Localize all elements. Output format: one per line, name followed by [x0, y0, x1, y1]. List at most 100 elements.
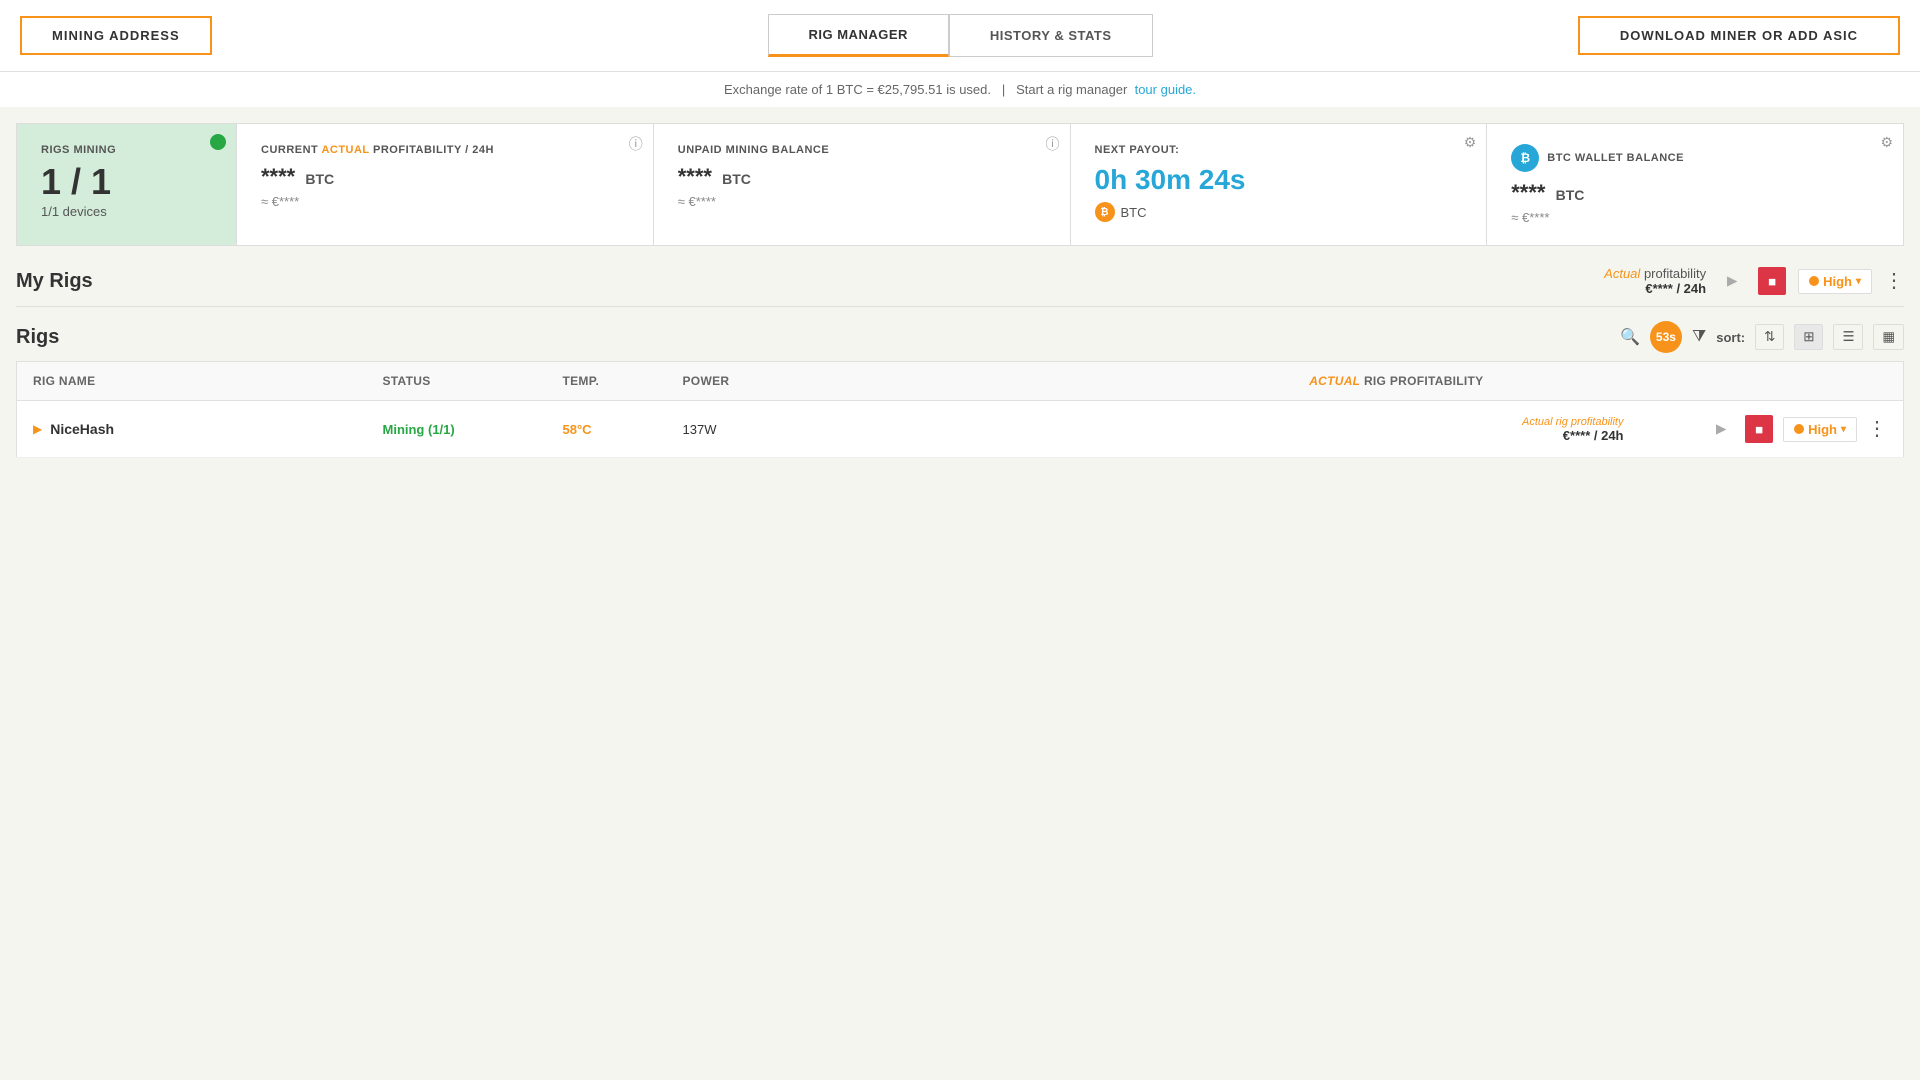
payout-settings-button[interactable]: ⚙ — [1464, 134, 1477, 151]
rigs-table-header: Rig name Status Temp. Power Actual rig p… — [17, 362, 1904, 401]
rig-temp-cell: 58°C — [547, 401, 667, 458]
profitability-label-prefix: CURRENT — [261, 144, 321, 156]
rig-chevron-down-icon: ▾ — [1841, 424, 1846, 435]
nav-left: MINING ADDRESS — [20, 16, 647, 55]
rig-actions-cell: ▶ ■ High ▾ ⋮ — [1684, 401, 1904, 458]
tour-guide-link[interactable]: tour guide. — [1135, 82, 1196, 97]
rig-temp-value: 58°C — [563, 422, 592, 437]
rig-profitability-cell: Actual rig profitability €**** / 24h — [787, 401, 1684, 458]
rigs-view-list-button[interactable]: ☰ — [1833, 324, 1863, 350]
tab-rig-manager[interactable]: RIG MANAGER — [768, 14, 949, 57]
rigs-mining-devices: 1/1 devices — [41, 204, 212, 219]
rigs-mining-label: RIGS MINING — [41, 144, 212, 156]
profitability-info-button[interactable]: ⓘ — [629, 134, 643, 154]
tab-history-stats[interactable]: HISTORY & STATS — [949, 14, 1153, 57]
unpaid-balance-approx: ≈ €**** — [678, 194, 1046, 209]
unpaid-info-button[interactable]: ⓘ — [1046, 134, 1060, 154]
profitability-label: CURRENT ACTUAL PROFITABILITY / 24H — [261, 144, 629, 156]
nav-right: DOWNLOAD MINER OR ADD ASIC — [1273, 16, 1900, 55]
unpaid-balance-label: UNPAID MINING BALANCE — [678, 144, 1046, 156]
rig-play-button[interactable]: ▶ — [1707, 415, 1735, 443]
profitability-label-actual: ACTUAL — [321, 144, 369, 156]
chevron-right-icon: ▶ — [33, 422, 42, 436]
rigs-controls: 🔍 53s ⧩ sort: ⇅ ⊞ ☰ ▦ — [1620, 321, 1904, 353]
profitability-currency: BTC — [305, 171, 334, 187]
my-rigs-header: My Rigs Actual profitability €**** / 24h… — [16, 266, 1904, 296]
my-rigs-play-button[interactable]: ▶ — [1718, 267, 1746, 295]
rigs-table-body: ▶ NiceHash Mining (1/1) 58°C 137W Actual… — [17, 401, 1904, 458]
profitability-card: ⓘ CURRENT ACTUAL PROFITABILITY / 24H ***… — [237, 124, 654, 245]
rig-status-value: Mining (1/1) — [383, 422, 455, 437]
next-payout-currency-row: ₿ BTC — [1095, 202, 1463, 222]
rig-stop-button[interactable]: ■ — [1745, 415, 1773, 443]
rig-high-badge-label: High — [1808, 422, 1837, 437]
rig-name-text: NiceHash — [50, 421, 114, 437]
profitability-approx: ≈ €**** — [261, 194, 629, 209]
rigs-search-button[interactable]: 🔍 — [1620, 327, 1640, 347]
my-rigs-profitability-label: Actual profitability — [1604, 266, 1706, 281]
unpaid-balance-currency: BTC — [722, 171, 751, 187]
btc-wallet-approx: ≈ €**** — [1511, 210, 1879, 225]
col-profitability: Actual rig profitability — [787, 362, 1684, 401]
exchange-bar: Exchange rate of 1 BTC = €25,795.51 is u… — [0, 72, 1920, 107]
btc-wallet-icon: ₿ — [1511, 144, 1539, 172]
rigs-header: Rigs 🔍 53s ⧩ sort: ⇅ ⊞ ☰ ▦ — [16, 321, 1904, 353]
rig-manager-text: Start a rig manager — [1016, 82, 1127, 97]
my-rigs-section: My Rigs Actual profitability €**** / 24h… — [16, 266, 1904, 307]
next-payout-card: ⚙ NEXT PAYOUT: 0h 30m 24s ₿ BTC — [1071, 124, 1488, 245]
rig-power-value: 137W — [683, 422, 717, 437]
my-rigs-controls: Actual profitability €**** / 24h ▶ ■ Hig… — [1604, 266, 1904, 296]
high-badge-label: High — [1823, 274, 1852, 289]
exchange-rate-text: Exchange rate of 1 BTC = €25,795.51 is u… — [724, 82, 991, 97]
rigs-table: Rig name Status Temp. Power Actual rig p… — [16, 361, 1904, 458]
mining-address-button[interactable]: MINING ADDRESS — [20, 16, 212, 55]
col-temp: Temp. — [547, 362, 667, 401]
col-power: Power — [667, 362, 787, 401]
profitability-label-suffix: PROFITABILITY / 24H — [369, 144, 494, 156]
rig-high-dot-icon — [1794, 424, 1804, 434]
rigs-section: Rigs 🔍 53s ⧩ sort: ⇅ ⊞ ☰ ▦ — [16, 321, 1904, 458]
next-payout-label: NEXT PAYOUT: — [1095, 144, 1463, 156]
profitability-suffix: profitability — [1644, 266, 1706, 281]
chevron-down-icon: ▾ — [1856, 276, 1861, 287]
actual-label: Actual — [1604, 266, 1640, 281]
rig-power-cell: 137W — [667, 401, 787, 458]
high-dot-icon — [1809, 276, 1819, 286]
btc-wallet-card: ⚙ ₿ BTC WALLET BALANCE **** BTC ≈ €**** — [1487, 124, 1903, 245]
my-rigs-more-button[interactable]: ⋮ — [1884, 271, 1904, 291]
download-miner-button[interactable]: DOWNLOAD MINER OR ADD ASIC — [1578, 16, 1900, 55]
table-row: ▶ NiceHash Mining (1/1) 58°C 137W Actual… — [17, 401, 1904, 458]
sort-icon: ⇅ — [1764, 329, 1775, 344]
rigs-filter-button[interactable]: ⧩ — [1692, 328, 1706, 346]
my-rigs-stop-button[interactable]: ■ — [1758, 267, 1786, 295]
grid-icon: ⊞ — [1803, 329, 1814, 344]
btc-wallet-value: **** BTC — [1511, 180, 1879, 206]
unpaid-balance-value: **** BTC — [678, 164, 1046, 190]
btc-circle-icon: ₿ — [1095, 202, 1115, 222]
next-payout-time: 0h 30m 24s — [1095, 164, 1463, 196]
my-rigs-title: My Rigs — [16, 270, 93, 293]
rigs-timer-badge: 53s — [1650, 321, 1682, 353]
rigs-mining-ratio: 1 / 1 — [41, 164, 212, 200]
rig-status-cell: Mining (1/1) — [367, 401, 547, 458]
rigs-view-grid-button[interactable]: ⊞ — [1794, 324, 1823, 350]
top-navigation: MINING ADDRESS RIG MANAGER HISTORY & STA… — [0, 0, 1920, 72]
rig-name-cell: ▶ NiceHash — [17, 401, 367, 458]
col-actions — [1684, 362, 1904, 401]
my-rigs-high-badge[interactable]: High ▾ — [1798, 269, 1872, 294]
col-rig-name: Rig name — [17, 362, 367, 401]
rigs-sort-button[interactable]: ⇅ — [1755, 324, 1784, 350]
profitability-value: **** BTC — [261, 164, 629, 190]
unpaid-balance-card: ⓘ UNPAID MINING BALANCE **** BTC ≈ €**** — [654, 124, 1071, 245]
rig-profitability-value: €**** / 24h — [803, 428, 1624, 443]
rig-high-badge[interactable]: High ▾ — [1783, 417, 1857, 442]
rigs-title: Rigs — [16, 326, 59, 349]
rig-more-button[interactable]: ⋮ — [1867, 419, 1887, 439]
list-icon: ☰ — [1842, 329, 1854, 344]
stats-cards-row: RIGS MINING 1 / 1 1/1 devices ⓘ CURRENT … — [16, 123, 1904, 246]
btc-wallet-label: BTC WALLET BALANCE — [1547, 152, 1684, 164]
filter-icon: ⧩ — [1692, 328, 1706, 345]
my-rigs-divider — [16, 306, 1904, 307]
wallet-settings-button[interactable]: ⚙ — [1880, 134, 1893, 151]
rigs-view-tiles-button[interactable]: ▦ — [1873, 324, 1904, 350]
